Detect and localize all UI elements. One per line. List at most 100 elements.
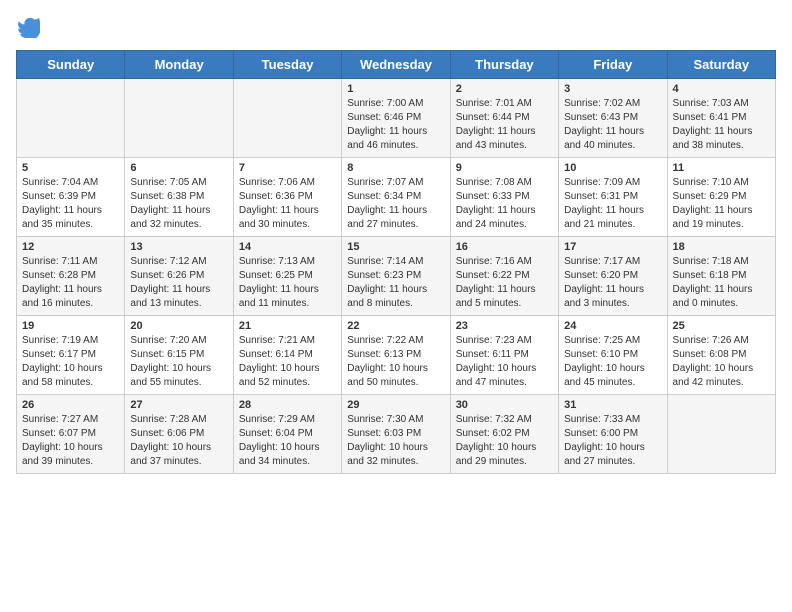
day-info: Sunrise: 7:27 AM Sunset: 6:07 PM Dayligh…	[22, 413, 119, 469]
day-number: 30	[456, 399, 553, 411]
day-number: 7	[239, 162, 336, 174]
calendar-cell: 11Sunrise: 7:10 AM Sunset: 6:29 PM Dayli…	[667, 158, 775, 237]
day-info: Sunrise: 7:16 AM Sunset: 6:22 PM Dayligh…	[456, 255, 553, 311]
week-row-2: 12Sunrise: 7:11 AM Sunset: 6:28 PM Dayli…	[17, 237, 776, 316]
logo	[16, 16, 40, 38]
day-info: Sunrise: 7:25 AM Sunset: 6:10 PM Dayligh…	[564, 334, 661, 390]
day-number: 23	[456, 320, 553, 332]
calendar-cell: 26 Sunrise: 7:27 AM Sunset: 6:07 PM Dayli…	[17, 395, 125, 474]
header-thursday: Thursday	[450, 51, 558, 79]
calendar-cell: 19Sunrise: 7:19 AM Sunset: 6:17 PM Dayli…	[17, 316, 125, 395]
logo-bird-icon	[18, 16, 40, 38]
day-info: Sunrise: 7:17 AM Sunset: 6:20 PM Dayligh…	[564, 255, 661, 311]
header-row: SundayMondayTuesdayWednesdayThursdayFrid…	[17, 51, 776, 79]
calendar-cell: 14 Sunrise: 7:13 AM Sunset: 6:25 PM Dayli…	[233, 237, 341, 316]
calendar-cell: 25Sunrise: 7:26 AM Sunset: 6:08 PM Dayli…	[667, 316, 775, 395]
day-info: Sunrise: 7:07 AM Sunset: 6:34 PM Dayligh…	[347, 176, 444, 232]
day-info: Sunrise: 7:22 AM Sunset: 6:13 PM Dayligh…	[347, 334, 444, 390]
calendar-cell: 23 Sunrise: 7:23 AM Sunset: 6:11 PM Dayli…	[450, 316, 558, 395]
calendar-cell: 15 Sunrise: 7:14 AM Sunset: 6:23 PM Dayli…	[342, 237, 450, 316]
day-info: Sunrise: 7:12 AM Sunset: 6:26 PM Dayligh…	[130, 255, 227, 311]
day-number: 13	[130, 241, 227, 253]
day-number: 28	[239, 399, 336, 411]
day-number: 3	[564, 83, 661, 95]
day-info: Sunrise: 7:02 AM Sunset: 6:43 PM Dayligh…	[564, 97, 661, 153]
day-info: Sunrise: 7:32 AM Sunset: 6:02 PM Dayligh…	[456, 413, 553, 469]
day-info: Sunrise: 7:28 AM Sunset: 6:06 PM Dayligh…	[130, 413, 227, 469]
day-number: 24	[564, 320, 661, 332]
day-number: 25	[673, 320, 770, 332]
calendar-cell: 29 Sunrise: 7:30 AM Sunset: 6:03 PM Dayli…	[342, 395, 450, 474]
calendar-cell: 21Sunrise: 7:21 AM Sunset: 6:14 PM Dayli…	[233, 316, 341, 395]
calendar-cell: 13 Sunrise: 7:12 AM Sunset: 6:26 PM Dayli…	[125, 237, 233, 316]
calendar-cell	[125, 79, 233, 158]
calendar-cell	[667, 395, 775, 474]
day-info: Sunrise: 7:30 AM Sunset: 6:03 PM Dayligh…	[347, 413, 444, 469]
calendar-cell: 8Sunrise: 7:07 AM Sunset: 6:34 PM Daylig…	[342, 158, 450, 237]
day-info: Sunrise: 7:29 AM Sunset: 6:04 PM Dayligh…	[239, 413, 336, 469]
calendar-cell: 1 Sunrise: 7:00 AM Sunset: 6:46 PM Daylig…	[342, 79, 450, 158]
day-info: Sunrise: 7:13 AM Sunset: 6:25 PM Dayligh…	[239, 255, 336, 311]
day-number: 5	[22, 162, 119, 174]
calendar-cell: 5 Sunrise: 7:04 AM Sunset: 6:39 PM Daylig…	[17, 158, 125, 237]
calendar-cell: 6 Sunrise: 7:05 AM Sunset: 6:38 PM Daylig…	[125, 158, 233, 237]
calendar-cell	[233, 79, 341, 158]
day-info: Sunrise: 7:19 AM Sunset: 6:17 PM Dayligh…	[22, 334, 119, 390]
day-info: Sunrise: 7:18 AM Sunset: 6:18 PM Dayligh…	[673, 255, 770, 311]
calendar-body: 1 Sunrise: 7:00 AM Sunset: 6:46 PM Daylig…	[17, 79, 776, 474]
day-number: 10	[564, 162, 661, 174]
day-number: 20	[130, 320, 227, 332]
calendar-cell: 17 Sunrise: 7:17 AM Sunset: 6:20 PM Dayli…	[559, 237, 667, 316]
day-number: 4	[673, 83, 770, 95]
day-number: 27	[130, 399, 227, 411]
week-row-0: 1 Sunrise: 7:00 AM Sunset: 6:46 PM Daylig…	[17, 79, 776, 158]
day-info: Sunrise: 7:04 AM Sunset: 6:39 PM Dayligh…	[22, 176, 119, 232]
day-number: 26	[22, 399, 119, 411]
day-number: 29	[347, 399, 444, 411]
calendar-cell: 12Sunrise: 7:11 AM Sunset: 6:28 PM Dayli…	[17, 237, 125, 316]
day-info: Sunrise: 7:09 AM Sunset: 6:31 PM Dayligh…	[564, 176, 661, 232]
day-info: Sunrise: 7:11 AM Sunset: 6:28 PM Dayligh…	[22, 255, 119, 311]
day-info: Sunrise: 7:06 AM Sunset: 6:36 PM Dayligh…	[239, 176, 336, 232]
day-info: Sunrise: 7:00 AM Sunset: 6:46 PM Dayligh…	[347, 97, 444, 153]
day-number: 22	[347, 320, 444, 332]
day-number: 17	[564, 241, 661, 253]
week-row-3: 19Sunrise: 7:19 AM Sunset: 6:17 PM Dayli…	[17, 316, 776, 395]
header-monday: Monday	[125, 51, 233, 79]
day-number: 21	[239, 320, 336, 332]
day-info: Sunrise: 7:05 AM Sunset: 6:38 PM Dayligh…	[130, 176, 227, 232]
calendar-cell: 24 Sunrise: 7:25 AM Sunset: 6:10 PM Dayli…	[559, 316, 667, 395]
day-info: Sunrise: 7:10 AM Sunset: 6:29 PM Dayligh…	[673, 176, 770, 232]
day-number: 9	[456, 162, 553, 174]
day-number: 1	[347, 83, 444, 95]
day-info: Sunrise: 7:23 AM Sunset: 6:11 PM Dayligh…	[456, 334, 553, 390]
day-number: 15	[347, 241, 444, 253]
day-number: 6	[130, 162, 227, 174]
day-number: 14	[239, 241, 336, 253]
calendar-cell: 28 Sunrise: 7:29 AM Sunset: 6:04 PM Dayli…	[233, 395, 341, 474]
day-number: 18	[673, 241, 770, 253]
calendar-cell: 2 Sunrise: 7:01 AM Sunset: 6:44 PM Daylig…	[450, 79, 558, 158]
calendar-cell: 3 Sunrise: 7:02 AM Sunset: 6:43 PM Daylig…	[559, 79, 667, 158]
calendar-cell: 7 Sunrise: 7:06 AM Sunset: 6:36 PM Daylig…	[233, 158, 341, 237]
calendar-cell	[17, 79, 125, 158]
header-saturday: Saturday	[667, 51, 775, 79]
calendar-cell: 18 Sunrise: 7:18 AM Sunset: 6:18 PM Dayli…	[667, 237, 775, 316]
day-info: Sunrise: 7:14 AM Sunset: 6:23 PM Dayligh…	[347, 255, 444, 311]
day-number: 2	[456, 83, 553, 95]
week-row-1: 5 Sunrise: 7:04 AM Sunset: 6:39 PM Daylig…	[17, 158, 776, 237]
calendar-cell: 4 Sunrise: 7:03 AM Sunset: 6:41 PM Daylig…	[667, 79, 775, 158]
day-number: 16	[456, 241, 553, 253]
calendar-cell: 22 Sunrise: 7:22 AM Sunset: 6:13 PM Dayli…	[342, 316, 450, 395]
day-info: Sunrise: 7:01 AM Sunset: 6:44 PM Dayligh…	[456, 97, 553, 153]
calendar-cell: 9 Sunrise: 7:08 AM Sunset: 6:33 PM Daylig…	[450, 158, 558, 237]
week-row-4: 26 Sunrise: 7:27 AM Sunset: 6:07 PM Dayli…	[17, 395, 776, 474]
calendar-cell: 27 Sunrise: 7:28 AM Sunset: 6:06 PM Dayli…	[125, 395, 233, 474]
calendar-cell: 16 Sunrise: 7:16 AM Sunset: 6:22 PM Dayli…	[450, 237, 558, 316]
day-info: Sunrise: 7:03 AM Sunset: 6:41 PM Dayligh…	[673, 97, 770, 153]
calendar-cell: 20Sunrise: 7:20 AM Sunset: 6:15 PM Dayli…	[125, 316, 233, 395]
header-wednesday: Wednesday	[342, 51, 450, 79]
calendar-cell: 10 Sunrise: 7:09 AM Sunset: 6:31 PM Dayli…	[559, 158, 667, 237]
day-info: Sunrise: 7:08 AM Sunset: 6:33 PM Dayligh…	[456, 176, 553, 232]
calendar-table: SundayMondayTuesdayWednesdayThursdayFrid…	[16, 50, 776, 474]
